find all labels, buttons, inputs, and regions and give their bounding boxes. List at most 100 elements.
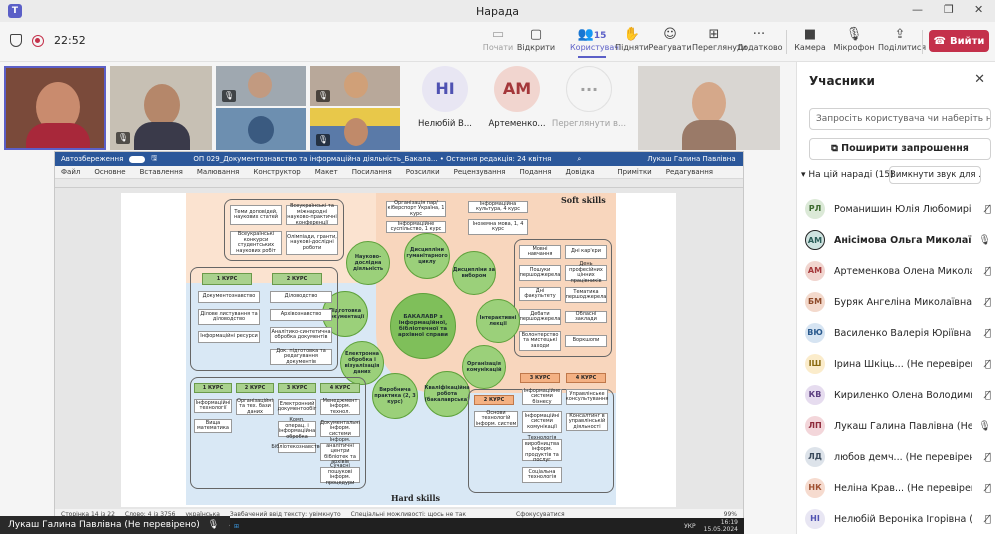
- chat-icon: ▢: [529, 27, 543, 42]
- share-button[interactable]: ⇪ Поділитися: [878, 26, 926, 52]
- video-tile[interactable]: 🎙: [310, 108, 400, 150]
- mic-off-icon[interactable]: 🎙̸: [985, 328, 991, 339]
- mic-off-icon[interactable]: 🎙̸: [985, 297, 991, 308]
- video-tile[interactable]: [638, 66, 780, 150]
- avatar: АМ: [805, 261, 825, 281]
- mic-off-icon[interactable]: 🎙̸: [985, 204, 991, 215]
- video-tile[interactable]: 🎙: [110, 66, 212, 150]
- invite-input[interactable]: Запросіть користувача чи наберіть н: [809, 108, 991, 130]
- diagram-circle: Дисципліни за вибором: [452, 251, 496, 295]
- muted-icon: 🎙: [316, 134, 330, 146]
- camera-button[interactable]: ■ Камера: [788, 26, 832, 52]
- mic-off-icon[interactable]: 🎙̸: [985, 483, 991, 494]
- participant-row[interactable]: АМ Артеменкова Олена Миколаї... 🎙̸: [805, 258, 991, 284]
- mic-icon[interactable]: 🎙: [978, 421, 991, 432]
- diagram-circle: Інтерактивні лекції: [476, 299, 520, 343]
- meeting-timer: 22:52: [54, 34, 86, 47]
- participant-row[interactable]: РЛ Романишин Юлія Любомирі... 🎙̸: [805, 196, 991, 222]
- mic-off-icon[interactable]: 🎙̸: [985, 390, 991, 401]
- react-button[interactable]: ☺ Реагувати: [648, 26, 692, 52]
- ribbon-tab[interactable]: Посилання: [352, 168, 392, 176]
- focus-button[interactable]: Сфокусуватися: [516, 511, 565, 518]
- diagram-box: Аналітико-синтетична обробка документів: [270, 327, 332, 343]
- participant-row[interactable]: КВ Кириленко Олена Володими... 🎙̸: [805, 382, 991, 408]
- diagram-box: Бібліотекознавство: [271, 443, 323, 453]
- video-tile[interactable]: [216, 108, 306, 150]
- close-window-icon[interactable]: ✕: [974, 3, 983, 16]
- view-button[interactable]: ⊞ Переглянути: [692, 26, 747, 52]
- muted-icon: 🎙: [316, 90, 330, 102]
- ribbon-tab[interactable]: Рецензування: [454, 168, 506, 176]
- status-predictive[interactable]: Завбачений ввід тексту: увімкнуто: [230, 511, 341, 518]
- autosave-toggle[interactable]: [129, 155, 146, 163]
- diagram-box: Дебати першоджерела: [519, 309, 561, 325]
- save-icon[interactable]: 🖫: [151, 154, 157, 165]
- ribbon-tab[interactable]: Основне: [94, 168, 125, 176]
- participant-name: Буряк Ангеліна Миколаївна (...: [834, 296, 972, 308]
- ribbon-tab[interactable]: Конструктор: [253, 168, 300, 176]
- participant-name: Неліна Крав... (Не перевірено): [834, 482, 972, 494]
- minimize-icon[interactable]: —: [912, 3, 923, 16]
- ribbon-tab[interactable]: Подання: [519, 168, 551, 176]
- participant-row[interactable]: АМ Анісімова Ольга Миколаївн... 🎙: [805, 227, 991, 253]
- participant-row[interactable]: БМ Буряк Ангеліна Миколаївна (... 🎙̸: [805, 289, 991, 315]
- mic-off-icon[interactable]: 🎙̸: [985, 359, 991, 370]
- participant-row[interactable]: ІШ Ірина Шкіць... (Не перевірено) 🎙̸: [805, 351, 991, 377]
- leave-button[interactable]: ☎ Вийти: [929, 30, 989, 52]
- ribbon-tab[interactable]: Малювання: [197, 168, 239, 176]
- course-header: 3 КУРС: [520, 373, 560, 383]
- diagram-box: Іноземна мова, 1, 4 курс: [468, 219, 528, 235]
- participant-row[interactable]: ВЮ Василенко Валерія Юріївна (... 🎙̸: [805, 320, 991, 346]
- taskbar-clock[interactable]: 16:19 15.05.2024: [704, 519, 744, 533]
- video-tile[interactable]: 🎙: [216, 66, 306, 106]
- open-chat-button[interactable]: ▢ Відкрити: [514, 26, 558, 52]
- mic-off-icon[interactable]: 🎙̸: [985, 452, 991, 463]
- shield-icon[interactable]: [10, 34, 22, 47]
- diagram-box: Волонтерство та мистецькі заходи: [519, 331, 561, 351]
- mute-all-button[interactable]: Вимкнути звук для ...: [889, 166, 981, 184]
- presenter-name: Лукаш Галина Павлівна (Не перевірено): [8, 520, 200, 530]
- video-tile-active-speaker[interactable]: [4, 66, 106, 150]
- diagram-box: Архівознавство: [270, 309, 332, 321]
- notes-button[interactable]: Примітки: [617, 168, 651, 176]
- participant-row[interactable]: ЛП Лукаш Галина Павлівна (Не п... 🎙: [805, 413, 991, 439]
- share-invite-button[interactable]: ⧉ Поширити запрошення: [809, 138, 991, 160]
- diagram-box: Сучасні пошукові інформ. процедури: [320, 463, 360, 485]
- editing-button[interactable]: Редагування: [666, 168, 743, 176]
- maximize-icon[interactable]: ❐: [944, 3, 954, 16]
- zoom-level[interactable]: 99%: [724, 511, 743, 518]
- avatar: БМ: [805, 292, 825, 312]
- diagram-circle: Кваліфікаційна робота (бакалаврська): [424, 371, 470, 417]
- participant-row[interactable]: НК Неліна Крав... (Не перевірено) 🎙̸: [805, 475, 991, 501]
- diagram-box: Дні кар'єри: [565, 245, 607, 259]
- diagram-box: Олімпіади, гранти, наукові-дослідні робо…: [286, 231, 338, 255]
- search-icon[interactable]: ⌕: [577, 155, 581, 164]
- mic-icon[interactable]: 🎙: [978, 235, 991, 246]
- mic-off-icon[interactable]: 🎙̸: [985, 514, 991, 525]
- diagram-box: Вища математика: [194, 419, 232, 433]
- muted-icon: 🎙: [116, 132, 130, 144]
- status-accessibility[interactable]: Спеціальні можливості: щось не так: [351, 511, 466, 518]
- mic-off-icon[interactable]: 🎙̸: [985, 266, 991, 277]
- course-header: 4 КУРС: [320, 383, 360, 393]
- ribbon-tab[interactable]: Вставлення: [140, 168, 183, 176]
- diagram-box: Інформаційні ресурси: [198, 331, 260, 343]
- video-tile[interactable]: 🎙: [310, 66, 400, 106]
- more-button[interactable]: ··· Додатково: [737, 26, 783, 52]
- participants-button[interactable]: 👥15 Користувачі: [570, 26, 621, 58]
- ribbon-tab[interactable]: Розсилки: [406, 168, 440, 176]
- close-panel-icon[interactable]: ✕: [974, 72, 985, 87]
- person-face: [144, 84, 180, 126]
- microphone-button[interactable]: 🎙 Мікрофон: [832, 26, 876, 52]
- in-meeting-section-toggle[interactable]: ▾ На цій нараді (15): [801, 170, 894, 180]
- ribbon-tab[interactable]: Файл: [61, 168, 80, 176]
- participant-row[interactable]: НІ Нелюбій Вероніка Ігорівна (... 🎙̸: [805, 506, 991, 532]
- participant-row[interactable]: ЛД любов демч... (Не перевірено) 🎙̸: [805, 444, 991, 470]
- ribbon-tab[interactable]: Макет: [315, 168, 338, 176]
- view-all-tile[interactable]: ··· Переглянути в...: [539, 66, 639, 146]
- windows-start-icon[interactable]: ⊞: [234, 523, 239, 530]
- keyboard-language[interactable]: УКР: [684, 523, 696, 530]
- ribbon-tab[interactable]: Довідка: [566, 168, 595, 176]
- diagram-box: День професійних цінних працівників: [565, 261, 607, 283]
- person-face: [692, 82, 726, 124]
